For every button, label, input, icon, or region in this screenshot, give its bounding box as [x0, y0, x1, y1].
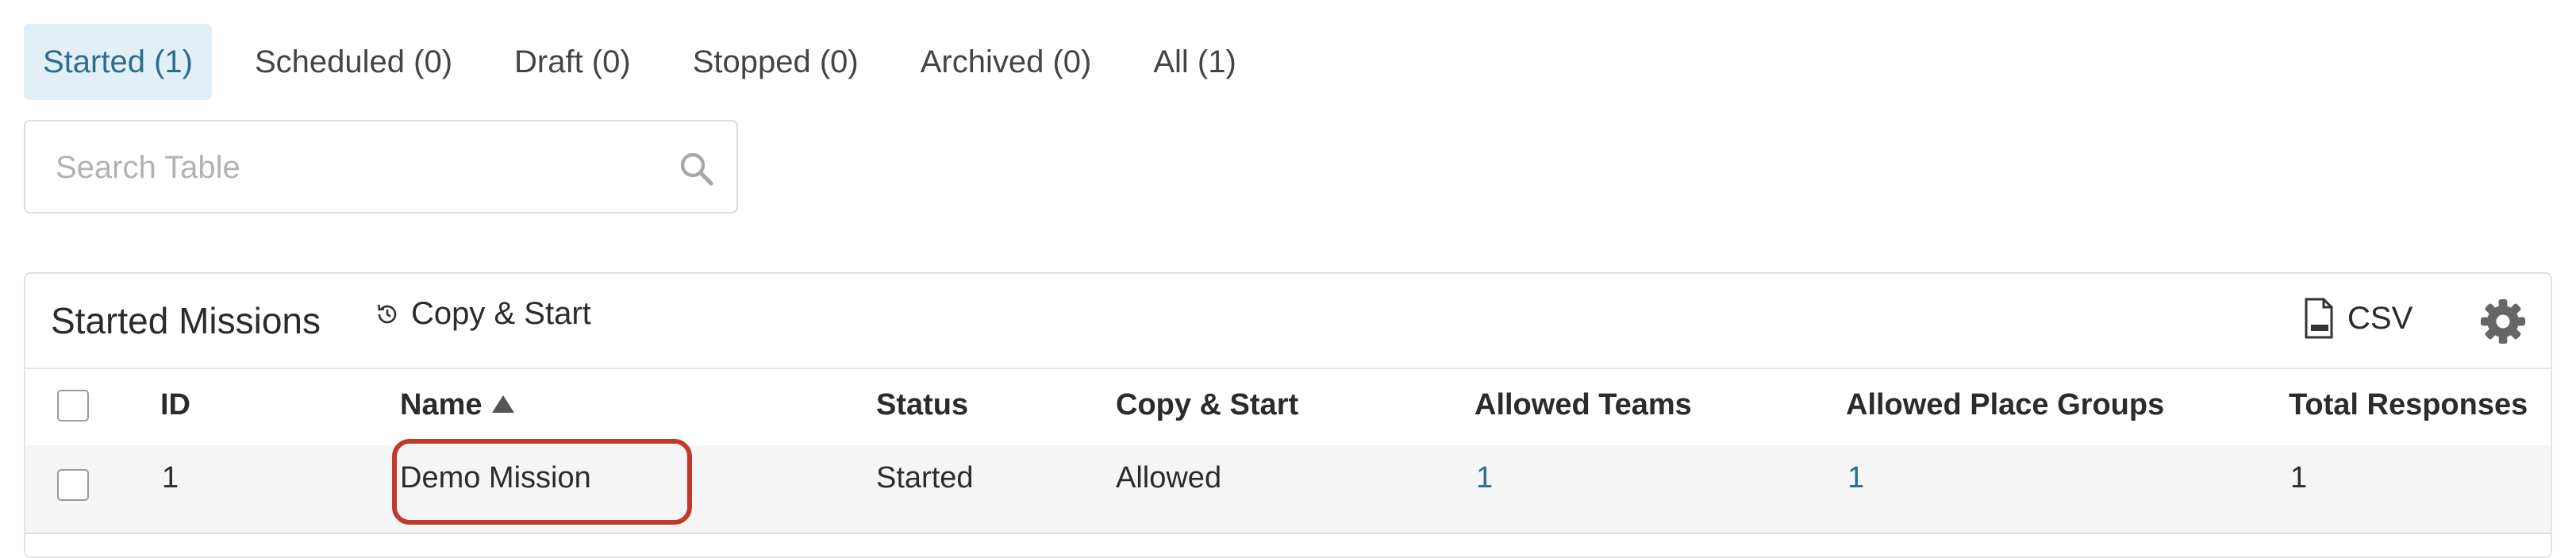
row-allowed-teams-link[interactable]: 1: [1476, 461, 1493, 495]
tab-stopped[interactable]: Stopped (0): [674, 24, 878, 100]
column-header-id[interactable]: ID: [160, 388, 190, 422]
row-allowed-place-groups-link[interactable]: 1: [1847, 461, 1864, 495]
column-header-copy-start[interactable]: Copy & Start: [1116, 388, 1298, 422]
column-header-allowed-place-groups[interactable]: Allowed Place Groups: [1846, 388, 2164, 422]
row-name[interactable]: Demo Mission: [400, 461, 591, 495]
row-status: Started: [876, 461, 974, 495]
row-checkbox[interactable]: [57, 469, 89, 501]
table-header: ID Name Status Copy & Start Allowed Team…: [25, 368, 2551, 447]
search-box: [24, 120, 738, 214]
csv-export-button[interactable]: CSV: [2303, 298, 2413, 339]
status-tabs: Started (1) Scheduled (0) Draft (0) Stop…: [24, 24, 1279, 100]
column-header-allowed-teams[interactable]: Allowed Teams: [1474, 388, 1692, 422]
column-header-name[interactable]: Name: [400, 388, 514, 422]
tab-all[interactable]: All (1): [1134, 24, 1255, 100]
column-header-total-responses[interactable]: Total Responses: [2289, 388, 2528, 422]
csv-file-icon: [2305, 298, 2333, 339]
gear-icon[interactable]: [2478, 296, 2528, 347]
row-copy-start: Allowed: [1116, 461, 1222, 495]
row-id: 1: [162, 461, 179, 495]
table-row[interactable]: 1 Demo Mission Started Allowed 1 1 1: [25, 439, 2551, 534]
tab-draft[interactable]: Draft (0): [495, 24, 650, 100]
copy-start-button[interactable]: Copy & Start: [375, 296, 591, 332]
csv-label: CSV: [2347, 300, 2413, 336]
missions-panel: Started Missions Copy & Start CSV ID Nam…: [24, 272, 2552, 558]
tab-archived[interactable]: Archived (0): [902, 24, 1111, 100]
history-icon: [378, 304, 397, 323]
select-all-checkbox[interactable]: [57, 390, 89, 421]
search-input[interactable]: [54, 121, 660, 214]
tab-scheduled[interactable]: Scheduled (0): [236, 24, 471, 100]
tab-started[interactable]: Started (1): [24, 24, 212, 100]
panel-title: Started Missions: [51, 300, 321, 341]
sort-ascending-icon: [491, 394, 514, 413]
column-header-status[interactable]: Status: [876, 388, 968, 422]
copy-start-label: Copy & Start: [411, 296, 591, 331]
search-icon[interactable]: [678, 150, 716, 188]
row-total-responses: 1: [2290, 461, 2308, 495]
column-header-name-label: Name: [400, 388, 483, 421]
panel-header: Started Missions Copy & Start CSV: [25, 274, 2551, 369]
